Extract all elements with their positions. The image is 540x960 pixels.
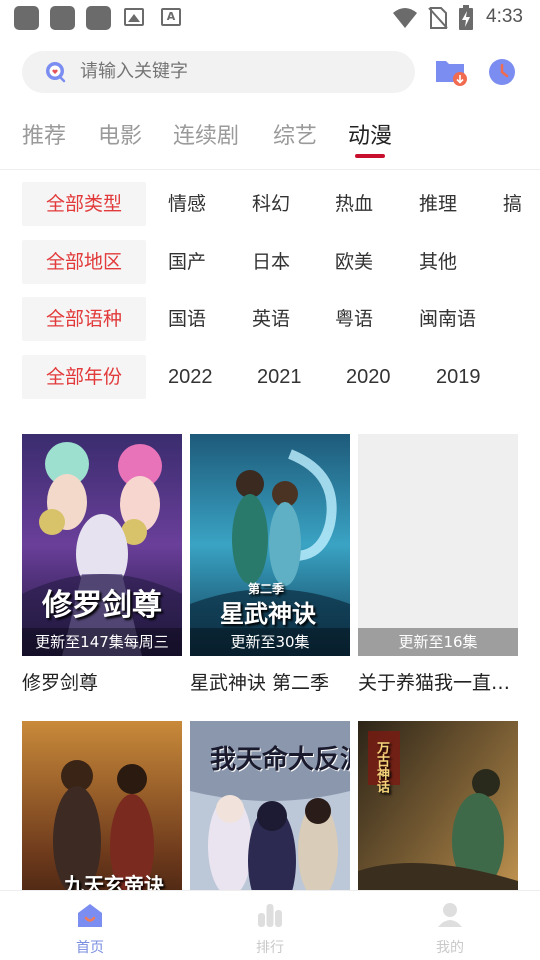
filter-option[interactable]: 推理 [419,182,457,226]
filter-row-language: 全部语种 国语 英语 粤语 闽南语 [0,297,540,341]
anime-card[interactable]: 我天命大反派 [190,721,350,890]
filter-row-type: 全部类型 情感 科幻 热血 推理 搞 [0,182,540,226]
tab-series[interactable]: 连续剧 [173,118,239,150]
filter-row-region: 全部地区 国产 日本 欧美 其他 [0,240,540,284]
filter-option[interactable]: 2019 [436,355,481,399]
filter-option[interactable]: 2022 [168,355,213,399]
poster-title-text: 九天玄帝诀 [64,873,164,890]
card-title: 星武神诀 第二季 [190,672,330,694]
search-icon [46,62,66,83]
nav-label-profile: 我的 [436,940,464,956]
poster-image: 九天玄帝诀 [22,721,182,890]
filter-all-regions[interactable]: 全部地区 [22,240,146,284]
download-folder-icon[interactable] [434,57,468,87]
filter-all-types[interactable]: 全部类型 [22,182,146,226]
poster-image: 第二季 星武神诀 更新至30集 [190,434,350,656]
tab-variety[interactable]: 综艺 [273,118,317,150]
filter-option[interactable]: 欧美 [335,240,373,284]
card-title: 修罗剑尊 [22,672,99,694]
no-sim-icon [428,7,448,29]
anime-card[interactable]: 九天玄帝诀 [22,721,182,890]
poster-title-text: 修罗剑尊 [42,588,162,623]
search-bar[interactable] [22,51,415,93]
poster-image: 我天命大反派 [190,721,350,890]
category-tabs: 推荐 电影 连续剧 综艺 动漫 [0,114,540,170]
nav-label-home: 首页 [76,940,104,956]
status-bar: A 4:33 [0,0,540,36]
filter-option[interactable]: 闽南语 [419,297,476,341]
nav-ranking[interactable]: 排行 [180,891,360,960]
filter-option[interactable]: 粤语 [335,297,373,341]
nav-profile[interactable]: 我的 [360,891,540,960]
poster-image: 万古神话 [358,721,518,890]
filter-row-year: 全部年份 2022 2021 2020 2019 [0,355,540,399]
update-status: 更新至147集每周三 [22,628,182,656]
poster-placeholder: 更新至16集 [358,434,518,656]
user-icon [438,903,462,927]
search-input[interactable] [80,51,400,93]
nav-label-ranking: 排行 [256,940,284,956]
image-notification-icon [124,8,144,26]
tab-movies[interactable]: 电影 [98,118,142,150]
filter-option[interactable]: 情感 [168,182,206,226]
bottom-navigation: 首页 排行 我的 [0,890,540,960]
filter-all-years[interactable]: 全部年份 [22,355,146,399]
battery-charging-icon [459,5,473,30]
filter-all-languages[interactable]: 全部语种 [22,297,146,341]
tab-anime[interactable]: 动漫 [348,118,392,150]
nav-home[interactable]: 首页 [0,891,180,960]
filter-option[interactable]: 英语 [252,297,290,341]
clock: 4:33 [486,6,523,27]
filter-option[interactable]: 2021 [257,355,302,399]
filter-option[interactable]: 日本 [252,240,290,284]
poster-title-text: 万古神话 [374,741,389,793]
update-status: 更新至16集 [358,628,518,656]
wifi-icon [393,8,417,28]
notification-icon [50,6,75,30]
poster-image: 修罗剑尊 更新至147集每周三 [22,434,182,656]
poster-title-text: 我天命大反派 [210,745,350,775]
poster-title-text: 星武神诀 [220,599,316,628]
active-tab-indicator [355,154,385,158]
history-clock-icon[interactable] [487,57,517,87]
filter-option[interactable]: 科幻 [252,182,290,226]
filter-option[interactable]: 其他 [419,240,457,284]
update-status: 更新至30集 [190,628,350,656]
home-icon [78,904,102,927]
filter-option[interactable]: 国语 [168,297,206,341]
filter-option[interactable]: 国产 [168,240,206,284]
filter-option[interactable]: 2020 [346,355,391,399]
tab-recommended[interactable]: 推荐 [22,118,66,150]
notification-icon [86,6,111,30]
anime-card[interactable]: 万古神话 [358,721,518,890]
font-notification-icon: A [161,8,181,26]
ranking-bars-icon [258,904,282,927]
filter-option[interactable]: 搞 [503,182,522,226]
notification-icon [14,6,39,30]
filter-option[interactable]: 热血 [335,182,373,226]
card-title: 关于养猫我一直是新手 [358,672,518,694]
